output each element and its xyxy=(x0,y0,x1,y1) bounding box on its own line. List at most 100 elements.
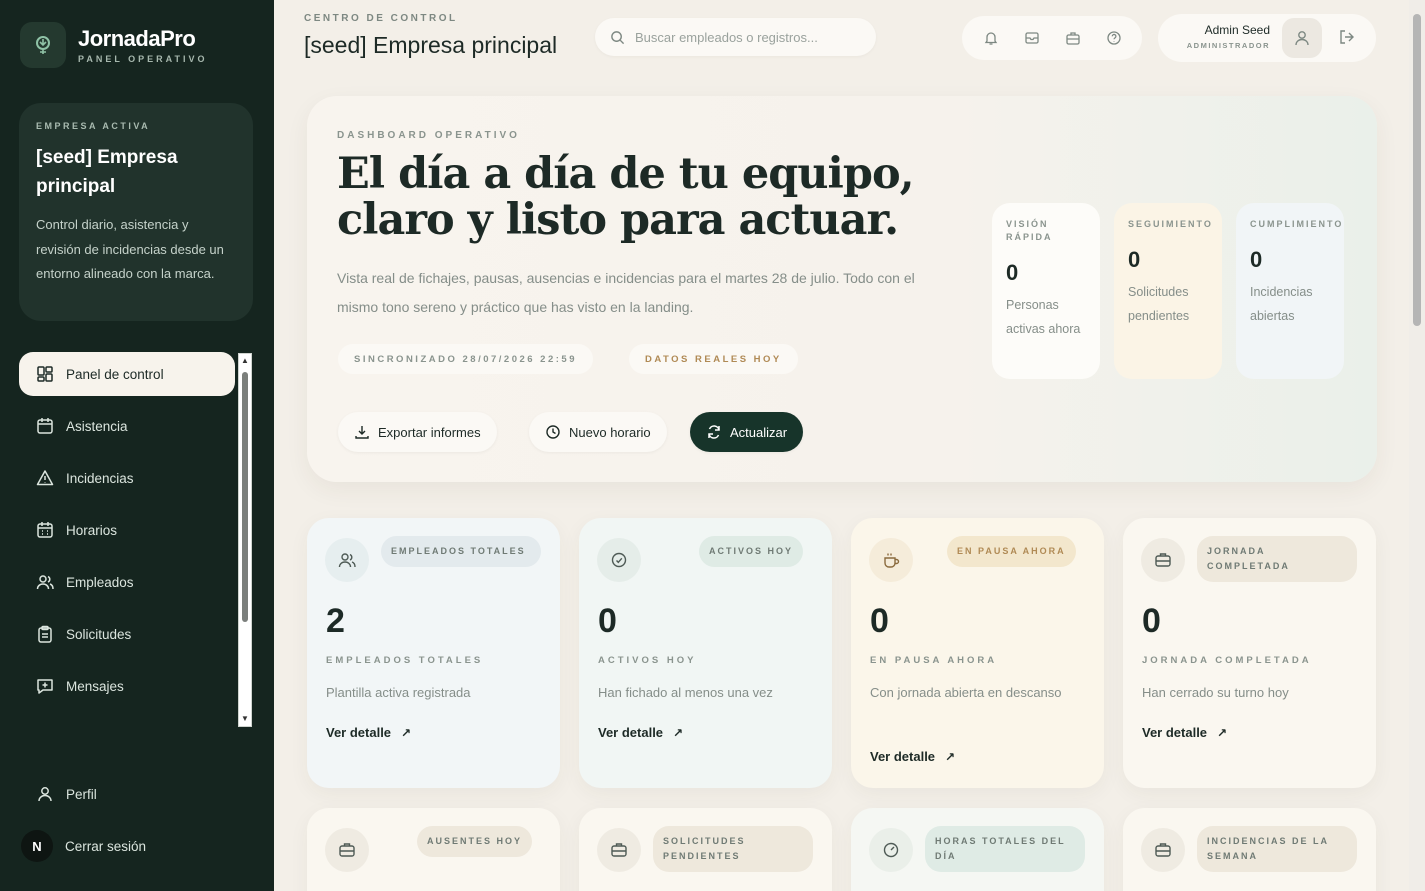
stat-label: EMPLEADOS TOTALES xyxy=(326,655,484,666)
clock-icon xyxy=(546,425,560,439)
sidebar-item-label: Mensajes xyxy=(66,678,124,694)
mini-card-seguimiento[interactable]: SEGUIMIENTO 0 Solicitudes pendientes xyxy=(1114,203,1222,379)
new-schedule-label: Nuevo horario xyxy=(569,424,651,440)
stat-card-incidencias-semana[interactable]: INCIDENCIAS DE LA SEMANA xyxy=(1123,808,1376,891)
view-detail-link[interactable]: Ver detalle ↗ xyxy=(598,725,683,740)
sidebar-item-label: Empleados xyxy=(66,574,134,590)
stat-badge: HORAS TOTALES DEL DÍA xyxy=(925,826,1085,872)
logout-icon[interactable] xyxy=(1338,28,1356,46)
sidebar-item-label: Perfil xyxy=(66,786,97,802)
stat-badge: ACTIVOS HOY xyxy=(699,536,804,567)
hero-kicker: DASHBOARD OPERATIVO xyxy=(337,130,520,141)
sidebar-item-panel-de-control[interactable]: Panel de control xyxy=(19,352,235,396)
sidebar-item-empleados[interactable]: Empleados xyxy=(19,560,235,604)
search-input[interactable]: Buscar empleados o registros... xyxy=(595,18,876,56)
view-detail-link[interactable]: Ver detalle ↗ xyxy=(326,725,411,740)
user-avatar-icon[interactable] xyxy=(1282,18,1322,58)
sidebar-nav: Panel de control Asistencia Incidencias … xyxy=(19,352,235,732)
sidebar-item-cerrar-sesion[interactable]: N Cerrar sesión xyxy=(19,824,253,868)
stat-card-horas-totales[interactable]: HORAS TOTALES DEL DÍA xyxy=(851,808,1104,891)
calendar-icon xyxy=(37,418,53,434)
warning-icon xyxy=(36,470,54,486)
bell-icon[interactable] xyxy=(983,30,999,46)
hero-title: El día a día de tu equipo, claro y listo… xyxy=(337,149,915,245)
inbox-icon[interactable] xyxy=(1024,30,1040,46)
search-icon xyxy=(611,30,625,44)
company-kicker: EMPRESA ACTIVA xyxy=(36,121,151,131)
stat-card-solicitudes-pendientes[interactable]: SOLICITUDES PENDIENTES xyxy=(579,808,832,891)
sidebar-item-horarios[interactable]: Horarios xyxy=(19,508,235,552)
brand[interactable]: JornadaPro PANEL OPERATIVO xyxy=(20,22,208,68)
mini-card-value: 0 xyxy=(1128,247,1141,272)
scroll-down-arrow-icon[interactable]: ▼ xyxy=(241,714,249,724)
briefcase-icon[interactable] xyxy=(1065,30,1081,46)
search-placeholder: Buscar empleados o registros... xyxy=(635,29,818,45)
message-plus-icon xyxy=(37,679,53,694)
avatar: N xyxy=(21,830,53,862)
user-role: ADMINISTRADOR xyxy=(1186,41,1270,50)
arrow-up-right-icon: ↗ xyxy=(673,725,684,740)
stat-badge: AUSENTES HOY xyxy=(417,826,533,857)
active-company-card: EMPRESA ACTIVA [seed] Empresa principal … xyxy=(19,103,253,321)
briefcase-icon xyxy=(597,828,641,872)
scrollbar-thumb[interactable] xyxy=(242,372,248,622)
briefcase-icon xyxy=(1141,828,1185,872)
header-icon-group xyxy=(962,16,1142,60)
sidebar-item-mensajes[interactable]: Mensajes xyxy=(19,664,235,708)
clipboard-icon xyxy=(38,625,52,643)
sidebar-item-perfil[interactable]: Perfil xyxy=(19,772,253,816)
mini-card-label: Personas activas ahora xyxy=(1006,298,1081,336)
view-detail-label: Ver detalle xyxy=(326,725,392,740)
page-title: [seed] Empresa principal xyxy=(304,32,558,58)
real-data-chip: DATOS REALES HOY xyxy=(629,344,798,374)
sidebar-item-label: Asistencia xyxy=(66,418,128,434)
company-description: Control diario, asistencia y revisión de… xyxy=(36,217,224,281)
view-detail-label: Ver detalle xyxy=(870,749,936,764)
arrow-up-right-icon: ↗ xyxy=(1217,725,1228,740)
stat-description: Han fichado al menos una vez xyxy=(598,685,773,700)
brand-subtitle: PANEL OPERATIVO xyxy=(78,54,208,64)
stat-card-empleados-totales[interactable]: EMPLEADOS TOTALES 2 EMPLEADOS TOTALES Pl… xyxy=(307,518,560,788)
stat-value: 0 xyxy=(598,602,617,640)
mini-card-cumplimiento[interactable]: CUMPLIMIENTO 0 Incidencias abiertas xyxy=(1236,203,1344,379)
stat-card-en-pausa-ahora[interactable]: EN PAUSA AHORA 0 EN PAUSA AHORA Con jorn… xyxy=(851,518,1104,788)
export-reports-button[interactable]: Exportar informes xyxy=(338,412,497,452)
stat-label: EN PAUSA AHORA xyxy=(870,655,998,666)
help-icon[interactable] xyxy=(1106,30,1122,46)
briefcase-icon xyxy=(1141,538,1185,582)
refresh-icon xyxy=(708,425,720,439)
sidebar-item-label: Cerrar sesión xyxy=(65,838,147,854)
view-detail-link[interactable]: Ver detalle ↗ xyxy=(870,749,955,764)
new-schedule-button[interactable]: Nuevo horario xyxy=(529,412,667,452)
sidebar-item-solicitudes[interactable]: Solicitudes xyxy=(19,612,235,656)
stat-badge: EN PAUSA AHORA xyxy=(947,536,1076,567)
stat-description: Plantilla activa registrada xyxy=(326,685,471,700)
hero-panel: DASHBOARD OPERATIVO El día a día de tu e… xyxy=(307,96,1377,482)
mini-card-kicker: SEGUIMIENTO xyxy=(1128,219,1213,229)
sidebar-item-incidencias[interactable]: Incidencias xyxy=(19,456,235,500)
stat-label: JORNADA COMPLETADA xyxy=(1142,655,1312,666)
stat-card-ausentes-hoy[interactable]: AUSENTES HOY xyxy=(307,808,560,891)
stat-card-jornada-completada[interactable]: JORNADA COMPLETADA 0 JORNADA COMPLETADA … xyxy=(1123,518,1376,788)
page-scrollbar[interactable] xyxy=(1409,0,1425,891)
hero-description: Vista real de fichajes, pausas, ausencia… xyxy=(337,270,915,315)
mini-card-vision-rapida[interactable]: VISIÓN RÁPIDA 0 Personas activas ahora xyxy=(992,203,1100,379)
refresh-label: Actualizar xyxy=(730,424,788,440)
header-kicker: CENTRO DE CONTROL xyxy=(304,13,458,24)
sync-status-chip: SINCRONIZADO 28/07/2026 22:59 xyxy=(338,344,593,374)
page-scrollbar-thumb[interactable] xyxy=(1413,14,1421,326)
stat-badge: INCIDENCIAS DE LA SEMANA xyxy=(1197,826,1357,872)
sidebar-item-asistencia[interactable]: Asistencia xyxy=(19,404,235,448)
user-menu[interactable]: Admin Seed ADMINISTRADOR xyxy=(1158,14,1376,62)
sidebar-scrollbar[interactable]: ▲ ▼ xyxy=(238,353,252,727)
stat-description: Con jornada abierta en descanso xyxy=(870,685,1062,700)
view-detail-link[interactable]: Ver detalle ↗ xyxy=(1142,725,1227,740)
scroll-up-arrow-icon[interactable]: ▲ xyxy=(241,356,249,366)
refresh-button[interactable]: Actualizar xyxy=(690,412,804,452)
check-circle-icon xyxy=(597,538,641,582)
mini-card-kicker: VISIÓN RÁPIDA xyxy=(1006,219,1053,242)
stat-card-activos-hoy[interactable]: ACTIVOS HOY 0 ACTIVOS HOY Han fichado al… xyxy=(579,518,832,788)
users-icon xyxy=(325,538,369,582)
download-icon xyxy=(355,426,369,439)
arrow-up-right-icon: ↗ xyxy=(401,725,412,740)
